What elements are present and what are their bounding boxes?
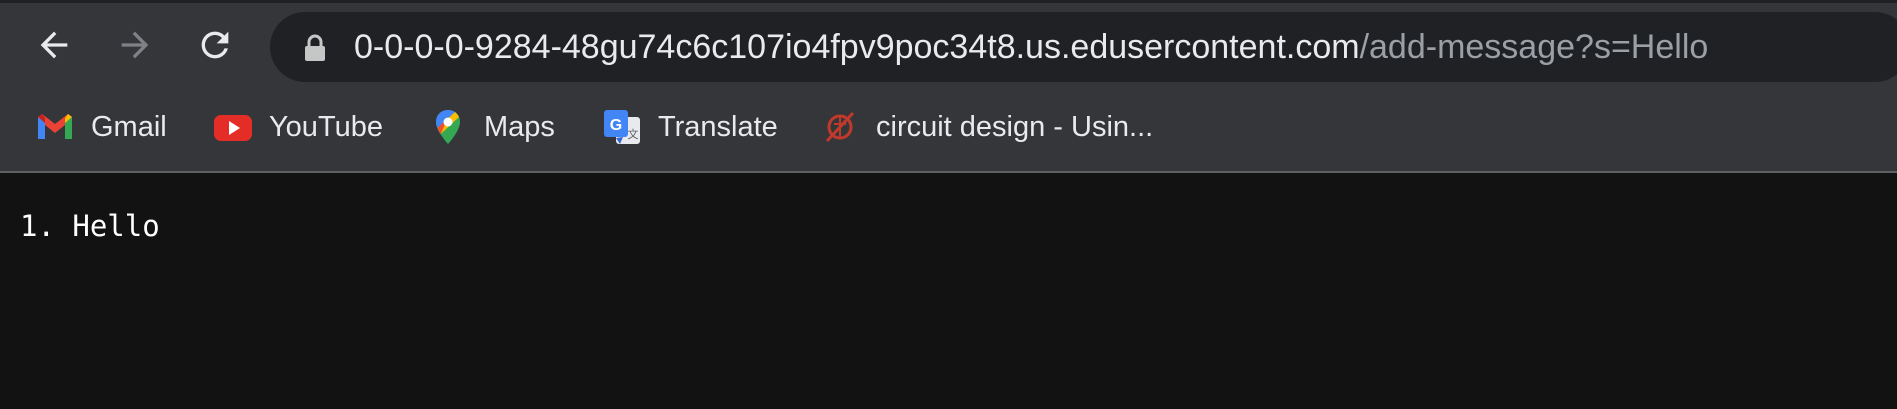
address-bar[interactable]: 0-0-0-0-9284-48gu74c6c107io4fpv9poc34t8.…: [270, 12, 1897, 82]
bookmark-label: Translate: [658, 110, 778, 143]
back-button[interactable]: [31, 22, 77, 68]
arrow-right-icon: [121, 31, 149, 59]
url-path: /add-message?s=Hello: [1359, 28, 1709, 66]
message-item: 1. Hello: [20, 209, 160, 243]
url-host: 0-0-0-0-9284-48gu74c6c107io4fpv9poc34t8.…: [354, 28, 1360, 66]
bookmark-label: YouTube: [269, 110, 383, 143]
message-text: Hello: [72, 209, 160, 243]
bookmark-gmail[interactable]: Gmail: [35, 100, 167, 154]
page-content: 1. Hello: [0, 173, 1897, 409]
tab-strip-edge: [0, 0, 1897, 3]
translate-icon: G 文: [602, 107, 642, 147]
url-text[interactable]: 0-0-0-0-9284-48gu74c6c107io4fpv9poc34t8.…: [354, 12, 1708, 82]
maps-icon: [428, 107, 468, 147]
svg-text:文: 文: [628, 127, 639, 141]
bookmark-label: Gmail: [91, 110, 167, 143]
gmail-icon: [35, 107, 75, 147]
forward-button[interactable]: [112, 22, 158, 68]
lock-icon[interactable]: [302, 34, 328, 62]
browser-toolbar: 0-0-0-0-9284-48gu74c6c107io4fpv9poc34t8.…: [0, 0, 1897, 173]
bookmark-circuit-design[interactable]: circuit design - Usin...: [820, 100, 1153, 154]
arrow-left-icon: [40, 31, 68, 59]
reload-button[interactable]: [192, 22, 238, 68]
circuit-icon: [820, 107, 860, 147]
bookmark-youtube[interactable]: YouTube: [213, 100, 383, 154]
bookmark-translate[interactable]: G 文 Translate: [602, 100, 778, 154]
browser-window: 0-0-0-0-9284-48gu74c6c107io4fpv9poc34t8.…: [0, 0, 1897, 409]
reload-icon: [201, 31, 229, 59]
bookmarks-bar: Gmail YouTube Maps G 文 Translate circuit…: [0, 100, 1897, 154]
bookmark-label: circuit design - Usin...: [876, 110, 1154, 143]
svg-text:G: G: [610, 117, 622, 134]
bookmark-maps[interactable]: Maps: [428, 100, 555, 154]
youtube-icon: [213, 107, 253, 147]
message-number: 1.: [20, 209, 55, 243]
bookmark-label: Maps: [484, 110, 555, 143]
